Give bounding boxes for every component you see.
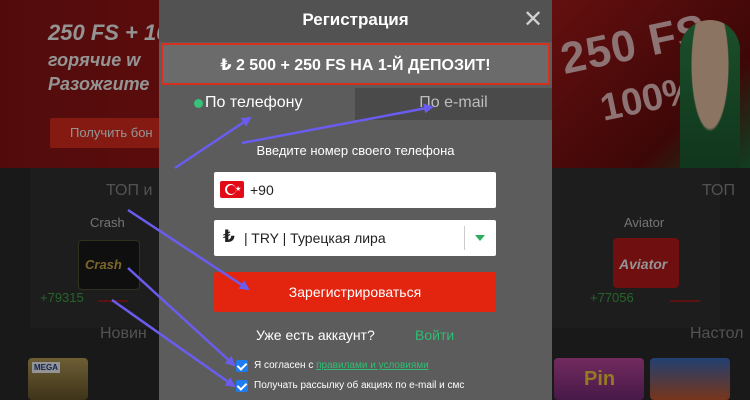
terms-checkbox[interactable] — [236, 360, 248, 372]
tab-phone-label: По телефону — [205, 94, 303, 111]
registration-modal: Регистрация ✕ ₺ 2 500 + 250 FS НА 1-Й ДЕ… — [159, 0, 552, 400]
tab-email[interactable]: По e-mail — [355, 88, 552, 120]
phone-input[interactable] — [250, 172, 490, 208]
active-dot-icon — [194, 99, 203, 108]
bonus-text: ₺ 2 500 + 250 FS НА 1-Й ДЕПОЗИТ! — [220, 57, 491, 74]
newsletter-checkbox[interactable] — [236, 380, 248, 392]
terms-link[interactable]: правилами и условиями — [316, 360, 429, 371]
modal-title: Регистрация — [302, 10, 409, 29]
close-icon[interactable]: ✕ — [522, 8, 544, 32]
register-button-label: Зарегистрироваться — [288, 284, 422, 300]
currency-select[interactable]: ₺ | TRY | Турецкая лира — [214, 220, 496, 256]
lira-icon: ₺ — [223, 227, 235, 246]
has-account-text: Уже есть аккаунт? — [256, 327, 375, 343]
register-button[interactable]: Зарегистрироваться — [214, 272, 496, 312]
turkey-flag-icon[interactable]: ★ — [220, 181, 244, 198]
terms-consent-text: Я согласен с правилами и условиями — [254, 360, 429, 371]
registration-tabs: По телефону По e-mail — [159, 88, 552, 120]
select-divider — [464, 226, 465, 250]
tab-phone[interactable]: По телефону — [159, 88, 355, 120]
phone-field: ★ — [214, 172, 496, 208]
chevron-down-icon[interactable] — [475, 235, 485, 241]
terms-prefix: Я согласен с — [254, 360, 317, 371]
newsletter-consent-text: Получать рассылку об акциях по e-mail и … — [254, 380, 465, 391]
tab-email-label: По e-mail — [419, 94, 488, 111]
bonus-banner: ₺ 2 500 + 250 FS НА 1-Й ДЕПОЗИТ! — [161, 43, 550, 85]
currency-value: | TRY | Турецкая лира — [244, 230, 386, 246]
login-link[interactable]: Войти — [415, 327, 454, 343]
phone-prompt: Введите номер своего телефона — [256, 143, 455, 158]
